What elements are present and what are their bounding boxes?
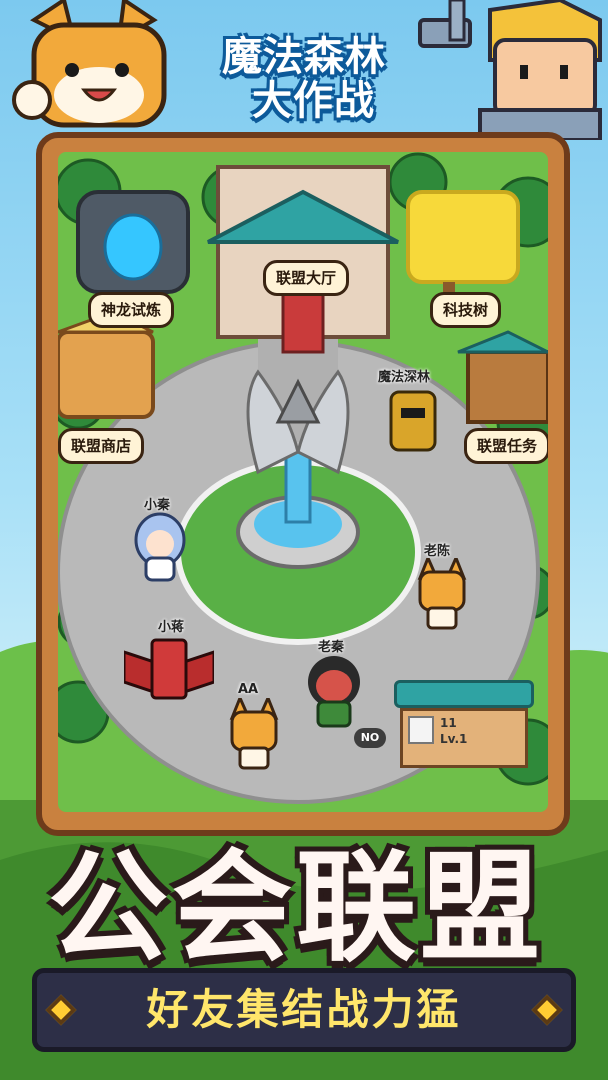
game-title-logo: 魔法森林 大作战 [208,20,398,124]
player-sprite-laochen[interactable] [414,558,470,630]
rank-avatar-icon [408,716,434,744]
player-label-laochen: 老陈 [424,544,451,559]
boss-name-label: 魔法深林 [378,370,431,385]
rank-board-roof [394,680,534,708]
boss-knight-sprite[interactable] [383,384,443,454]
alliance-map[interactable]: 神龙试炼 联盟大厅 科技树 联盟商店 联盟任务 魔法深林 小秦 老陈 小蒋 老秦… [58,152,548,812]
subtitle-text: 好友集结战力猛 [146,985,462,1034]
corgi-mascot [12,0,167,128]
location-alliance-quest[interactable]: 联盟任务 [464,428,548,464]
location-tech-tree[interactable]: 科技树 [430,292,502,328]
player-label-aa: AA [238,682,259,697]
rank-board[interactable]: 11 Lv.1 [394,680,534,780]
banner-title: 公会联盟 [48,839,544,978]
rank-number: 11 [440,716,457,730]
player-sprite-laoqin[interactable] [302,652,366,728]
location-alliance-hall[interactable]: 联盟大厅 [263,260,350,296]
title-line-2: 大作战 [252,78,375,124]
rank-level: Lv.1 [440,732,468,746]
player-sprite-xiaojiang[interactable] [124,632,214,706]
location-dragon-trial[interactable]: 神龙试炼 [88,292,175,328]
location-alliance-shop[interactable]: 联盟商店 [58,428,145,464]
knight-mascot [418,0,602,140]
player-sprite-aa[interactable] [226,698,282,770]
no-badge[interactable]: NO [354,728,386,748]
player-sprite-xiaoqin[interactable] [132,510,188,582]
